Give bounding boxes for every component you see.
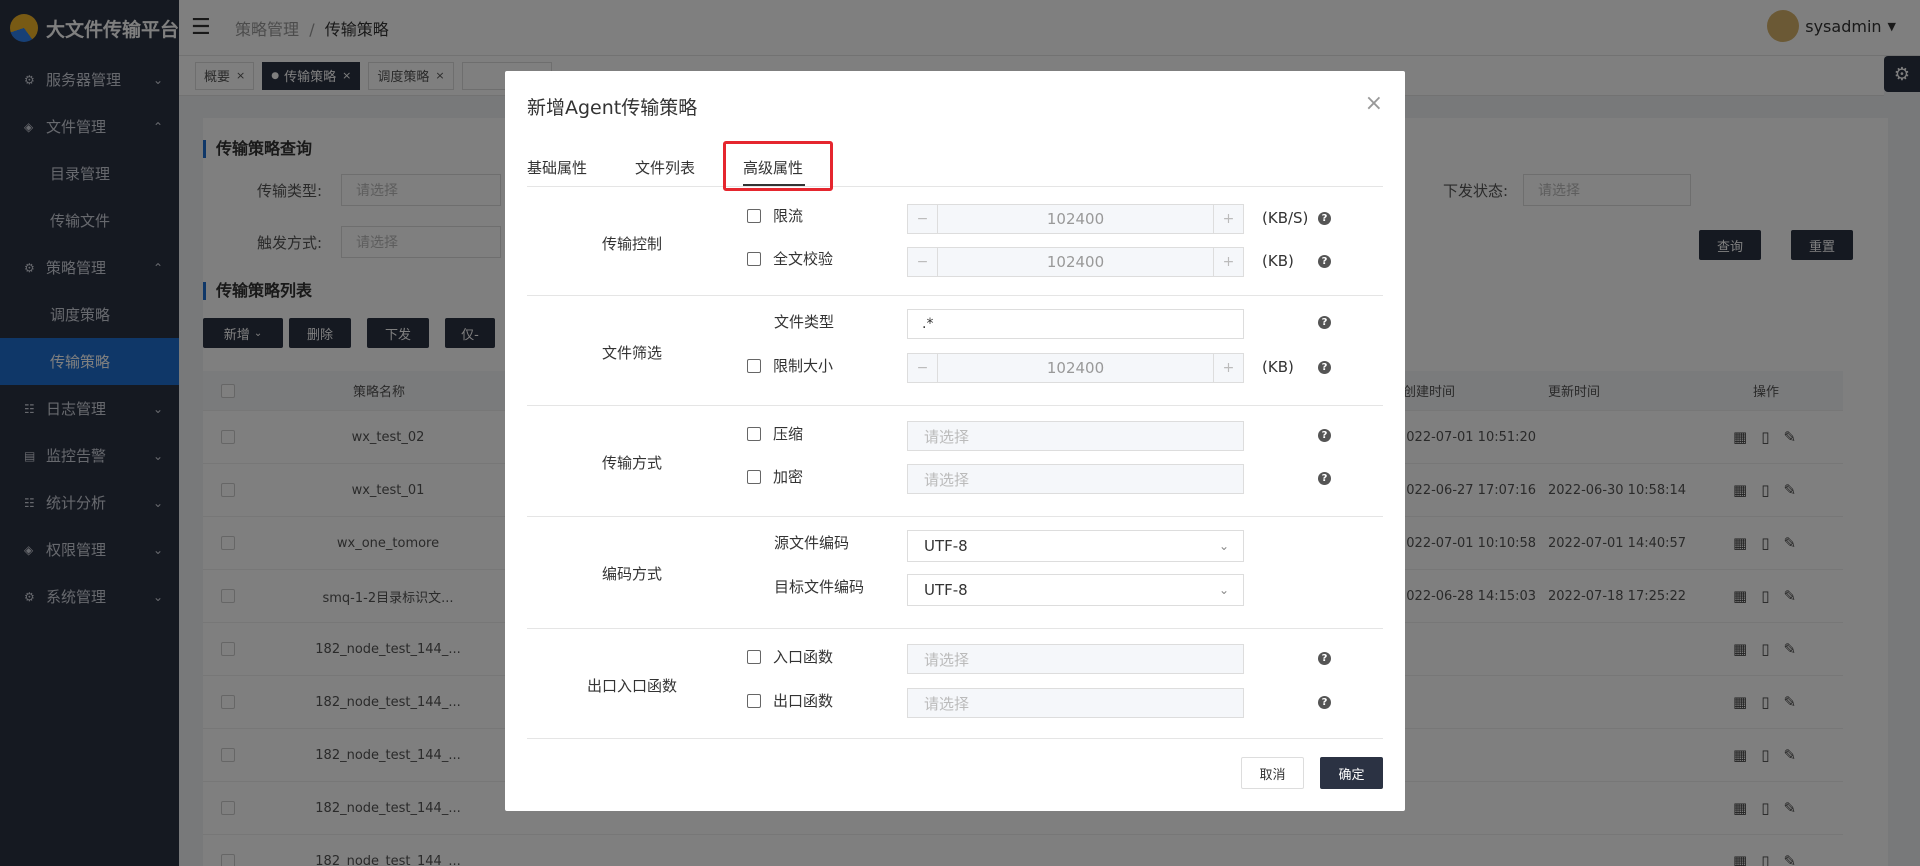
help-icon[interactable]: ? <box>1318 696 1331 709</box>
group-transfer-mode: 传输方式 压缩 请选择 ? 加密 请选择 ? <box>527 406 1383 517</box>
compress-select[interactable]: 请选择 <box>907 421 1244 451</box>
dialog-tabs: 基础属性 文件列表 高级属性 <box>527 141 1383 187</box>
file-type-input[interactable]: .* <box>907 309 1244 339</box>
chevron-down-icon: ⌄ <box>1218 583 1229 597</box>
encrypt-select[interactable]: 请选择 <box>907 464 1244 494</box>
minus-icon[interactable]: − <box>908 354 938 382</box>
group-functions: 出口入口函数 入口函数 请选择 ? 出口函数 请选择 ? <box>527 629 1383 739</box>
help-icon[interactable]: ? <box>1318 255 1331 268</box>
plus-icon[interactable]: + <box>1213 205 1243 233</box>
minus-icon[interactable]: − <box>908 248 938 276</box>
chevron-down-icon: ⌄ <box>1218 539 1229 553</box>
checksum-stepper[interactable]: −102400 + <box>907 247 1244 277</box>
exit-function-select[interactable]: 请选择 <box>907 688 1244 718</box>
group-encoding: 编码方式 源文件编码 UTF-8 ⌄ 目标文件编码 UTF-8 ⌄ <box>527 517 1383 629</box>
limit-checkbox[interactable]: 限流 <box>747 205 803 226</box>
help-icon[interactable]: ? <box>1318 472 1331 485</box>
checksum-checkbox[interactable]: 全文校验 <box>747 248 833 269</box>
encrypt-checkbox[interactable]: 加密 <box>747 466 803 487</box>
target-encoding-select[interactable]: UTF-8 ⌄ <box>907 574 1244 606</box>
entry-function-checkbox[interactable]: 入口函数 <box>747 646 833 667</box>
add-policy-dialog: 新增Agent传输策略 × 基础属性 文件列表 高级属性 传输控制 限流 −10… <box>505 71 1405 811</box>
help-icon[interactable]: ? <box>1318 429 1331 442</box>
compress-checkbox[interactable]: 压缩 <box>747 423 803 444</box>
minus-icon[interactable]: − <box>908 205 938 233</box>
dialog-title: 新增Agent传输策略 <box>527 97 698 119</box>
group-transfer-control: 传输控制 限流 −102400 + (KB/S) ? 全文校验 −102400 + … <box>527 187 1383 296</box>
cancel-button[interactable]: 取消 <box>1241 757 1304 789</box>
help-icon[interactable]: ? <box>1318 316 1331 329</box>
entry-function-select[interactable]: 请选择 <box>907 644 1244 674</box>
size-limit-checkbox[interactable]: 限制大小 <box>747 355 833 376</box>
close-icon[interactable]: × <box>1365 91 1383 116</box>
highlight-box <box>723 141 833 191</box>
size-limit-stepper[interactable]: −102400 + <box>907 353 1244 383</box>
exit-function-checkbox[interactable]: 出口函数 <box>747 690 833 711</box>
plus-icon[interactable]: + <box>1213 248 1243 276</box>
plus-icon[interactable]: + <box>1213 354 1243 382</box>
tab-basic[interactable]: 基础属性 <box>527 157 587 178</box>
group-file-filter: 文件筛选 文件类型 .* ? 限制大小 −102400 + (KB) ? <box>527 296 1383 406</box>
tab-file-list[interactable]: 文件列表 <box>635 157 695 178</box>
help-icon[interactable]: ? <box>1318 212 1331 225</box>
limit-stepper[interactable]: −102400 + <box>907 204 1244 234</box>
source-encoding-select[interactable]: UTF-8 ⌄ <box>907 530 1244 562</box>
help-icon[interactable]: ? <box>1318 361 1331 374</box>
help-icon[interactable]: ? <box>1318 652 1331 665</box>
confirm-button[interactable]: 确定 <box>1320 757 1383 789</box>
